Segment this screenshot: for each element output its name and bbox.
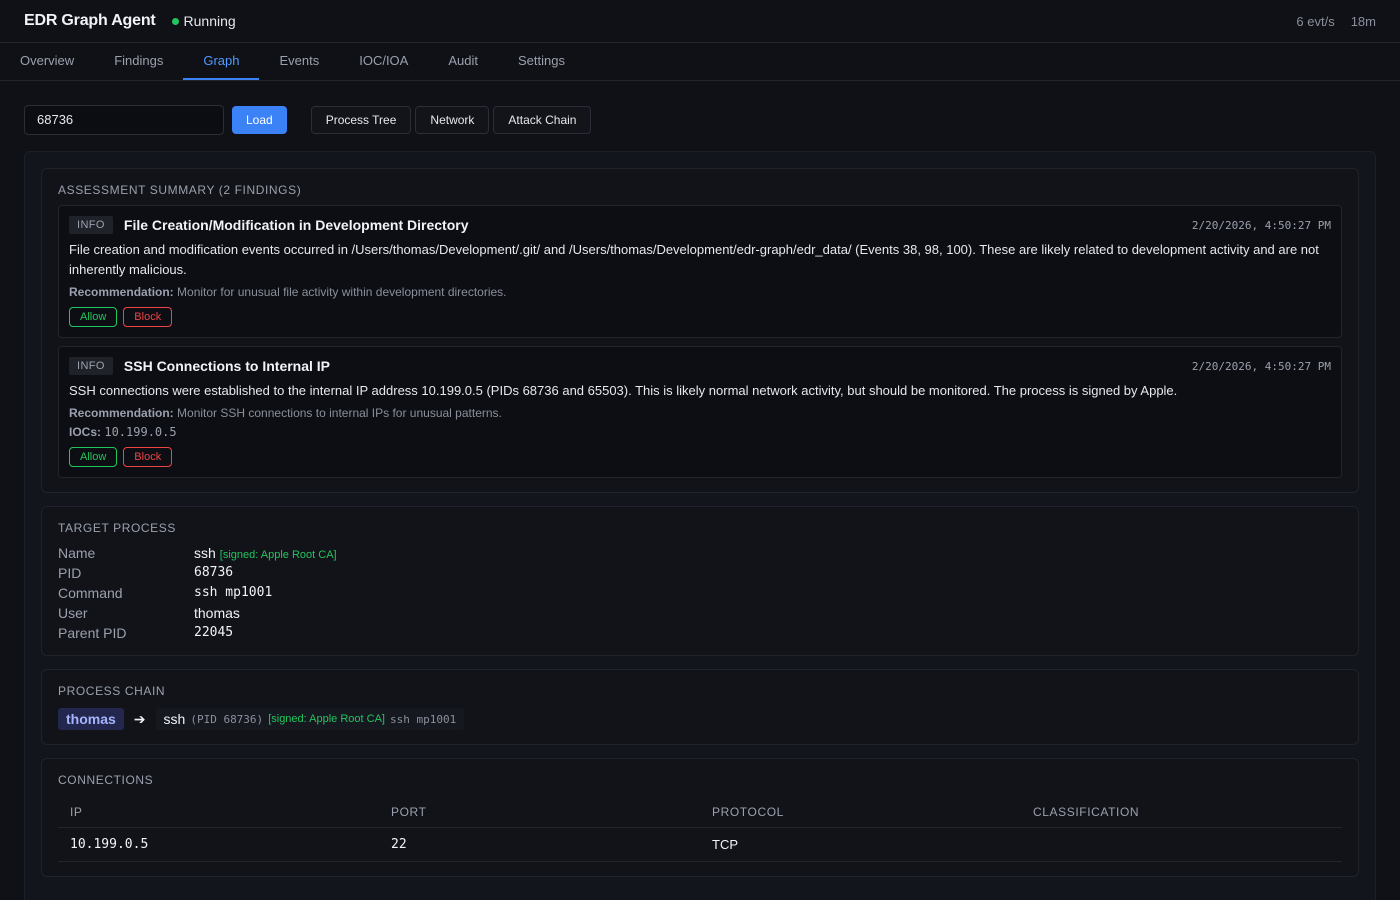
iocs-value: 10.199.0.5	[104, 425, 177, 439]
process-chain-card: PROCESS CHAIN thomas ➔ ssh (PID 68736) […	[41, 669, 1359, 745]
allow-button[interactable]: Allow	[69, 447, 118, 467]
block-button[interactable]: Block	[123, 307, 173, 327]
recommendation-label: Recommendation:	[69, 285, 174, 299]
connections-table: IP PORT PROTOCOL CLASSIFICATION 10.199.0…	[58, 795, 1342, 862]
finding-timestamp: 2/20/2026, 4:50:27 PM	[1191, 218, 1331, 232]
pid-input[interactable]	[24, 104, 224, 135]
finding-item: INFO SSH Connections to Internal IP 2/20…	[58, 346, 1342, 478]
finding-recommendation: Recommendation: Monitor SSH connections …	[69, 406, 1331, 420]
chain-process-node[interactable]: ssh (PID 68736) [signed: Apple Root CA] …	[155, 708, 465, 730]
finding-iocs: IOCs: 10.199.0.5	[69, 425, 1331, 439]
status-dot-icon	[171, 17, 179, 25]
target-process-details: Name ssh [signed: Apple Root CA] PID 6873…	[58, 545, 1342, 641]
recommendation-text: Monitor SSH connections to internal IPs …	[177, 406, 502, 420]
tab-overview[interactable]: Overview	[0, 43, 94, 80]
process-chain: thomas ➔ ssh (PID 68736) [signed: Apple …	[58, 708, 1342, 730]
app-title: EDR Graph Agent	[24, 12, 156, 29]
column-header-port: PORT	[379, 795, 700, 828]
main-tabs: Overview Findings Graph Events IOC/IOA A…	[0, 43, 1400, 81]
network-button[interactable]: Network	[415, 105, 490, 134]
connection-ip: 10.199.0.5	[58, 827, 379, 862]
pid-label: PID	[58, 565, 82, 581]
graph-toolbar: Load Process Tree Network Attack Chain	[0, 81, 1400, 135]
attack-chain-button[interactable]: Attack Chain	[493, 105, 592, 134]
block-button[interactable]: Block	[123, 447, 173, 467]
status-text: Running	[183, 13, 236, 29]
tab-findings[interactable]: Findings	[94, 43, 183, 80]
finding-recommendation: Recommendation: Monitor for unusual file…	[69, 285, 1331, 299]
tab-graph[interactable]: Graph	[183, 43, 260, 80]
pid-value: 68736	[194, 565, 234, 580]
top-bar: EDR Graph Agent Running 6 evt/s 18m	[0, 0, 1400, 43]
event-rate: 6 evt/s	[1296, 13, 1335, 29]
chain-signed-badge: [signed: Apple Root CA]	[268, 713, 385, 725]
chain-process-name: ssh	[163, 711, 186, 727]
topbar-metrics: 6 evt/s 18m	[1296, 14, 1376, 29]
name-label: Name	[58, 545, 96, 561]
tab-audit[interactable]: Audit	[428, 43, 498, 80]
severity-badge: INFO	[69, 357, 113, 375]
table-row: 10.199.0.5 22 TCP	[58, 827, 1342, 862]
finding-title: File Creation/Modification in Developmen…	[123, 217, 469, 233]
process-name-value: ssh [signed: Apple Root CA]	[194, 545, 1342, 561]
assessment-summary-title: ASSESSMENT SUMMARY (2 FINDINGS)	[58, 183, 302, 197]
signed-badge: [signed: Apple Root CA]	[219, 549, 337, 561]
chain-user-node[interactable]: thomas	[58, 708, 124, 730]
command-label: Command	[58, 585, 123, 601]
recommendation-label: Recommendation:	[69, 406, 174, 420]
arrow-right-icon: ➔	[133, 710, 146, 727]
chain-process-command: ssh mp1001	[389, 712, 457, 726]
finding-timestamp: 2/20/2026, 4:50:27 PM	[1191, 359, 1331, 373]
parent-pid-value: 22045	[194, 625, 234, 640]
connections-card: CONNECTIONS IP PORT PROTOCOL CLASSIFICAT…	[41, 758, 1359, 877]
assessment-summary-card: ASSESSMENT SUMMARY (2 FINDINGS) INFO Fil…	[41, 168, 1359, 493]
table-header-row: IP PORT PROTOCOL CLASSIFICATION	[58, 795, 1342, 828]
finding-title: SSH Connections to Internal IP	[123, 358, 331, 374]
severity-badge: INFO	[69, 216, 113, 234]
finding-item: INFO File Creation/Modification in Devel…	[58, 205, 1342, 338]
connection-port: 22	[379, 827, 700, 862]
process-tree-button[interactable]: Process Tree	[310, 105, 412, 134]
uptime: 18m	[1350, 13, 1376, 29]
target-process-card: TARGET PROCESS Name ssh [signed: Apple Ro…	[41, 506, 1359, 656]
user-value: thomas	[194, 605, 240, 621]
tab-events[interactable]: Events	[259, 43, 339, 80]
view-buttons: Process Tree Network Attack Chain	[310, 105, 592, 134]
column-header-classification: CLASSIFICATION	[1021, 795, 1342, 828]
allow-button[interactable]: Allow	[69, 307, 118, 327]
parent-pid-label: Parent PID	[58, 625, 127, 641]
graph-content-panel: ASSESSMENT SUMMARY (2 FINDINGS) INFO Fil…	[24, 151, 1376, 900]
finding-description: File creation and modification events oc…	[69, 242, 1319, 277]
process-chain-title: PROCESS CHAIN	[58, 684, 166, 698]
target-process-title: TARGET PROCESS	[58, 521, 176, 535]
chain-process-pid: (PID 68736)	[190, 712, 264, 726]
connection-protocol: TCP	[700, 827, 1021, 862]
process-name: ssh	[194, 545, 216, 561]
finding-description: SSH connections were established to the …	[69, 383, 1178, 398]
user-label: User	[58, 605, 88, 621]
recommendation-text: Monitor for unusual file activity within…	[177, 285, 507, 299]
command-value: ssh mp1001	[194, 585, 273, 600]
tab-ioc-ioa[interactable]: IOC/IOA	[339, 43, 428, 80]
iocs-label: IOCs:	[69, 425, 102, 439]
column-header-ip: IP	[58, 795, 379, 828]
connection-classification	[1021, 827, 1342, 862]
column-header-protocol: PROTOCOL	[700, 795, 1021, 828]
status-indicator: Running	[171, 13, 236, 29]
connections-title: CONNECTIONS	[58, 773, 154, 787]
load-button[interactable]: Load	[232, 105, 287, 134]
tab-settings[interactable]: Settings	[498, 43, 585, 80]
